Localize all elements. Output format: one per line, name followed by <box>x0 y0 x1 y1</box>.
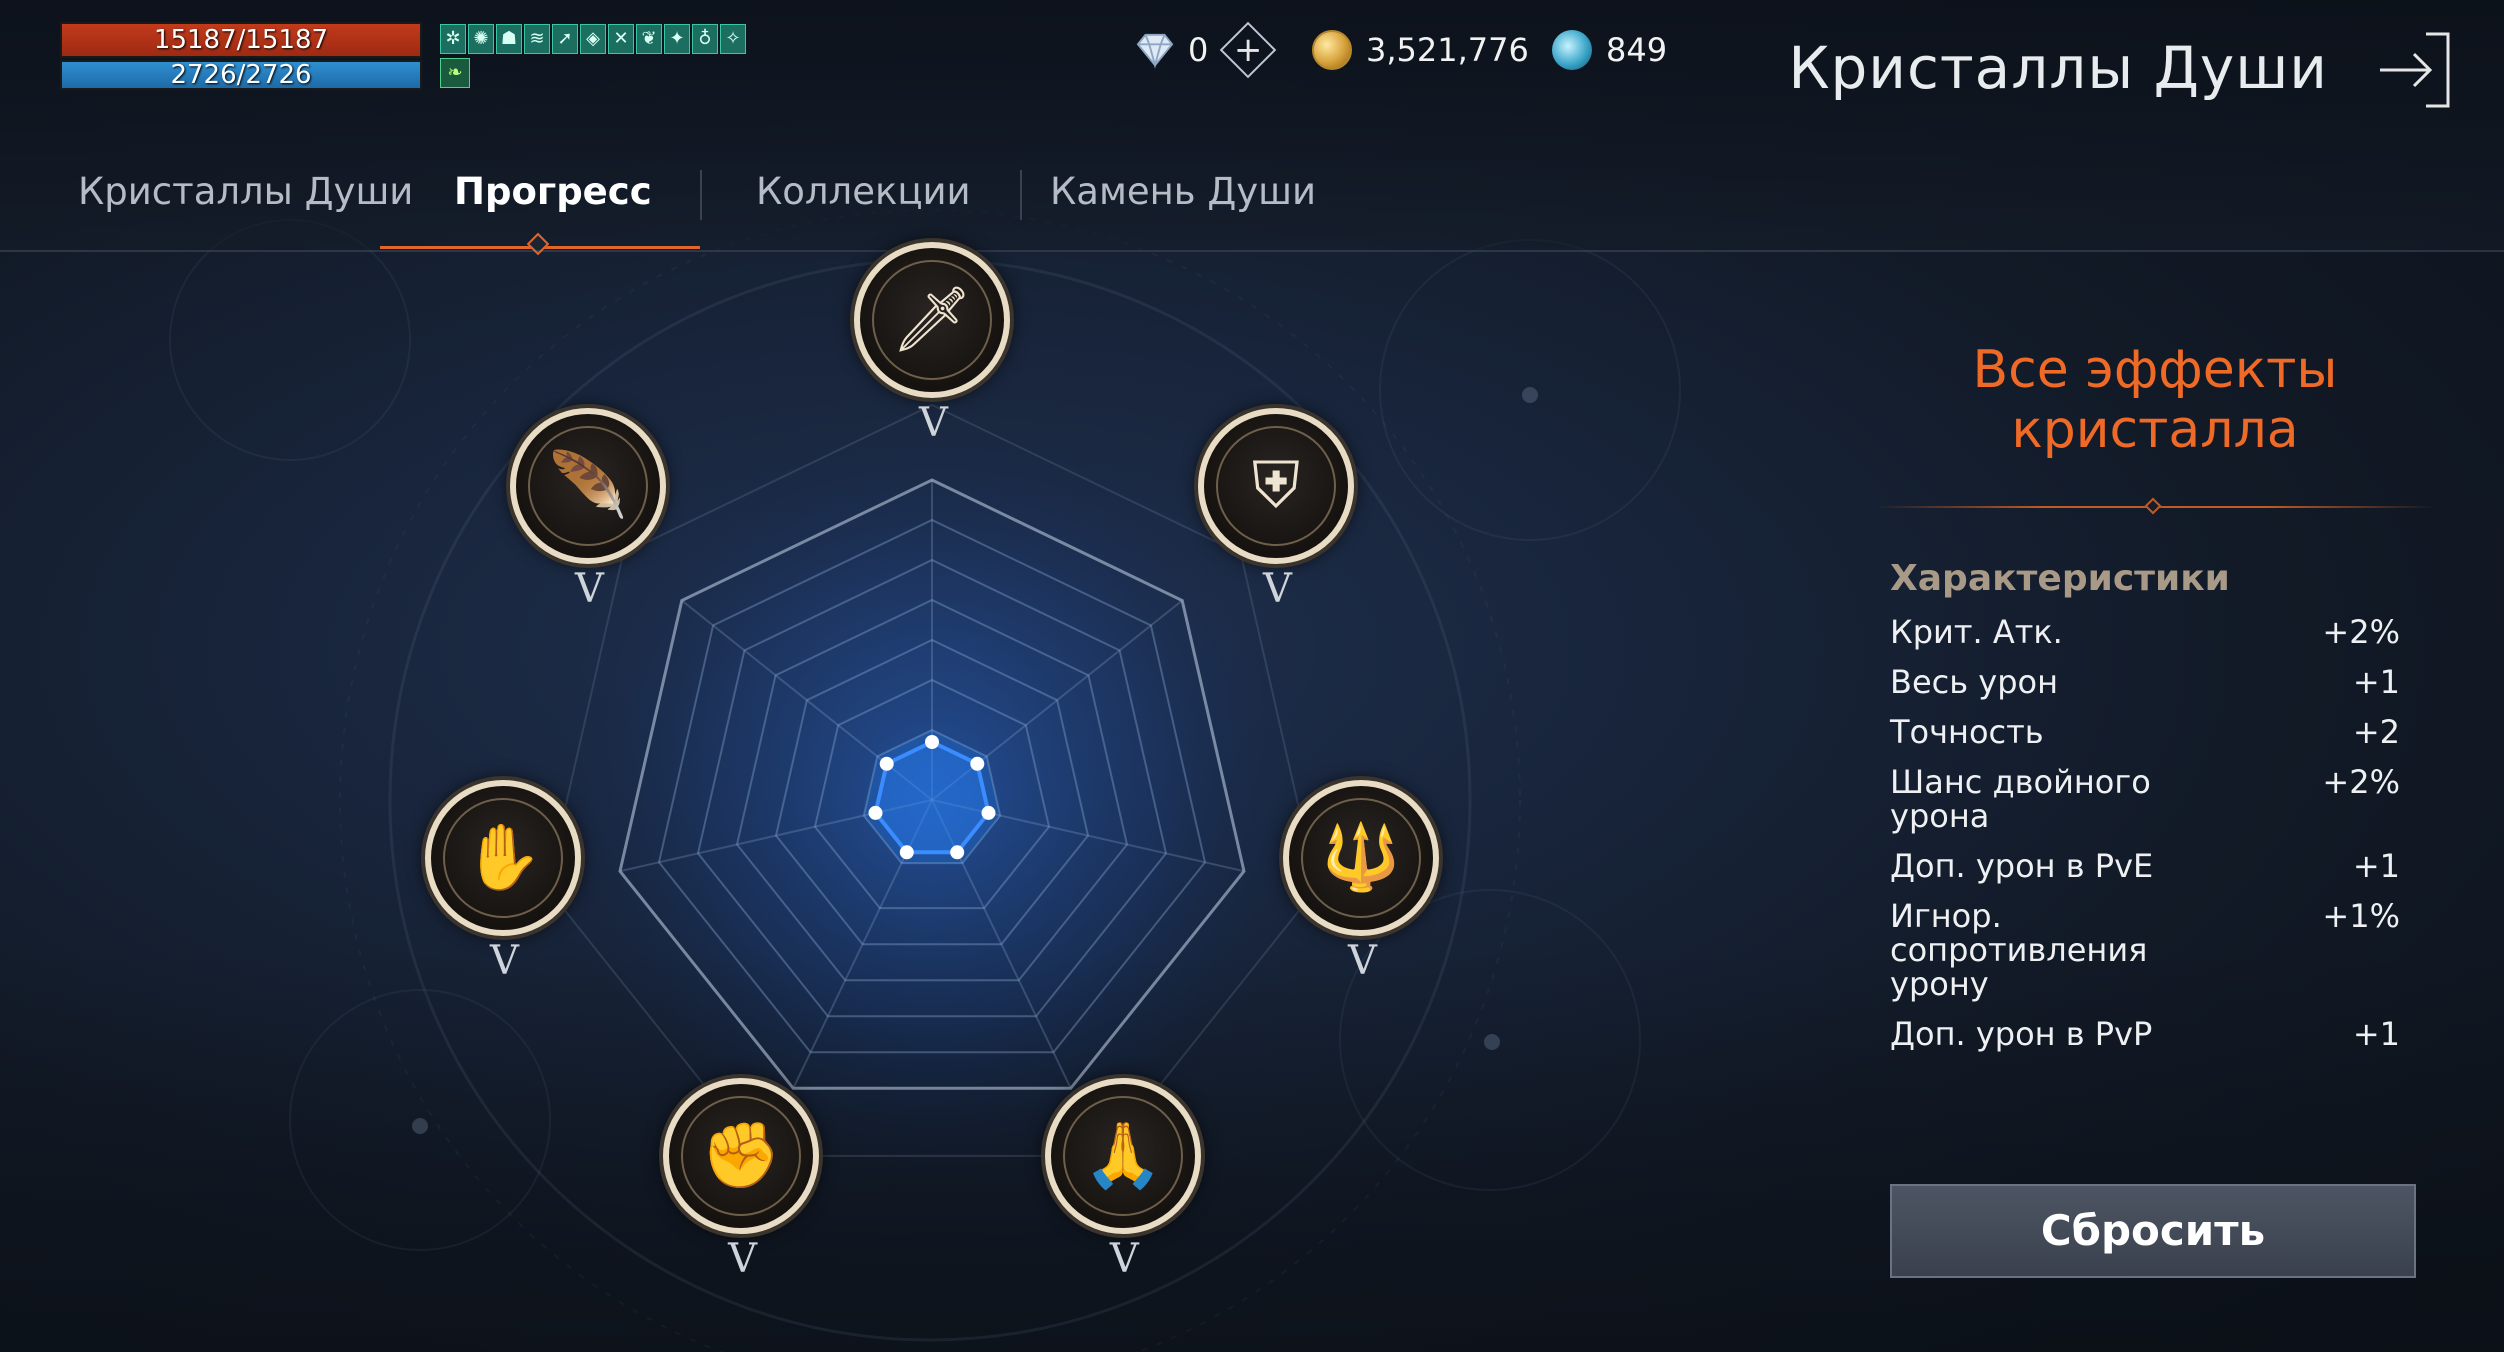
radar-node-feathers[interactable]: 🪶 <box>509 407 666 564</box>
panel-divider <box>1875 497 2435 515</box>
stat-name: Игнор. сопротивления урону <box>1890 897 2148 1003</box>
radar-node-frame: 🗡 <box>872 260 992 380</box>
radar-node-level: V <box>1347 937 1377 984</box>
fist-icon: ✊ <box>701 1119 781 1194</box>
stat-row: Точность +2 <box>1870 715 2440 749</box>
stat-name: Точность <box>1890 713 2044 751</box>
stat-name: Крит. Атк. <box>1890 613 2063 651</box>
radar-node-level: V <box>919 400 948 446</box>
radar-node-frame: ⛨ <box>1216 425 1336 546</box>
shield-emblem-icon: ⛨ <box>1252 448 1300 523</box>
radar-node-dagger[interactable]: 🗡 <box>854 242 1010 398</box>
stat-value: +2% <box>2322 763 2400 801</box>
radar-node-shield-emblem[interactable]: ⛨ <box>1198 407 1354 564</box>
panel-title: Все эффекты кристалла <box>1870 340 2440 460</box>
stat-row: Весь урон +1 <box>1870 665 2440 699</box>
radar-node-frame: ✊ <box>681 1096 802 1217</box>
stat-row: Игнор. сопротивления урону +1% <box>1870 899 2440 1001</box>
radar-node-winged-fists[interactable]: ✋ <box>425 779 582 936</box>
radar-node-frame: 🪶 <box>527 425 648 546</box>
stats-list: Крит. Атк. +2% Весь урон +1 Точность +2 Шанс д… <box>1870 615 2440 1051</box>
radar-node-trident-book[interactable]: 🔱 <box>1282 779 1439 936</box>
stat-value: +1 <box>2352 847 2400 885</box>
radar-value-point <box>925 735 939 749</box>
stat-row: Доп. урон в PvP +1 <box>1870 1017 2440 1051</box>
winged-fists-icon: ✋ <box>463 820 543 895</box>
stat-name: Весь урон <box>1890 663 2059 701</box>
stat-row: Крит. Атк. +2% <box>1870 615 2440 649</box>
stat-name: Шанс двойного урона <box>1890 763 2151 835</box>
radar-node-level: V <box>728 1236 757 1283</box>
radar-node-frame: 🔱 <box>1300 797 1421 918</box>
panel-title-line2: кристалла <box>2011 400 2299 460</box>
divider-diamond <box>2144 497 2162 515</box>
stat-row: Шанс двойного урона +2% <box>1870 765 2440 833</box>
stat-value: +1 <box>2352 1015 2400 1053</box>
feathers-icon: 🪶 <box>548 448 628 523</box>
panel-title-line1: Все эффекты <box>1972 340 2338 400</box>
trident-book-icon: 🔱 <box>1321 820 1401 895</box>
radar-value-point <box>879 756 894 771</box>
stat-value: +2 <box>2352 713 2400 751</box>
radar-node-level: V <box>1263 565 1292 612</box>
radar-node-fist[interactable]: ✊ <box>663 1078 820 1235</box>
radar-node-frame: 🙏 <box>1062 1096 1183 1217</box>
stat-value: +1 <box>2352 663 2400 701</box>
stat-value: +2% <box>2322 613 2400 651</box>
stat-name: Доп. урон в PvP <box>1890 1015 2153 1053</box>
stat-row: Доп. урон в PvE +1 <box>1870 849 2440 883</box>
radar-node-level: V <box>490 937 519 984</box>
radar-value-point <box>981 805 996 820</box>
praying-hands-icon: 🙏 <box>1083 1119 1163 1194</box>
stat-name: Доп. урон в PvE <box>1890 847 2154 885</box>
radar-value-point <box>970 756 985 771</box>
radar-node-level: V <box>1109 1236 1139 1283</box>
radar-value-point <box>899 845 914 860</box>
effects-panel: Все эффекты кристалла Характеристики Кри… <box>1870 340 2440 1051</box>
stat-value: +1% <box>2322 897 2400 935</box>
radar-value-point <box>950 845 965 860</box>
radar-node-praying-hands[interactable]: 🙏 <box>1044 1078 1201 1235</box>
stats-heading: Характеристики <box>1890 558 2230 599</box>
radar-value-point <box>868 805 883 820</box>
radar-node-frame: ✋ <box>443 797 564 918</box>
radar-node-level: V <box>574 565 604 612</box>
dagger-icon: 🗡 <box>891 283 973 357</box>
reset-button[interactable]: Сбросить <box>1890 1184 2416 1278</box>
